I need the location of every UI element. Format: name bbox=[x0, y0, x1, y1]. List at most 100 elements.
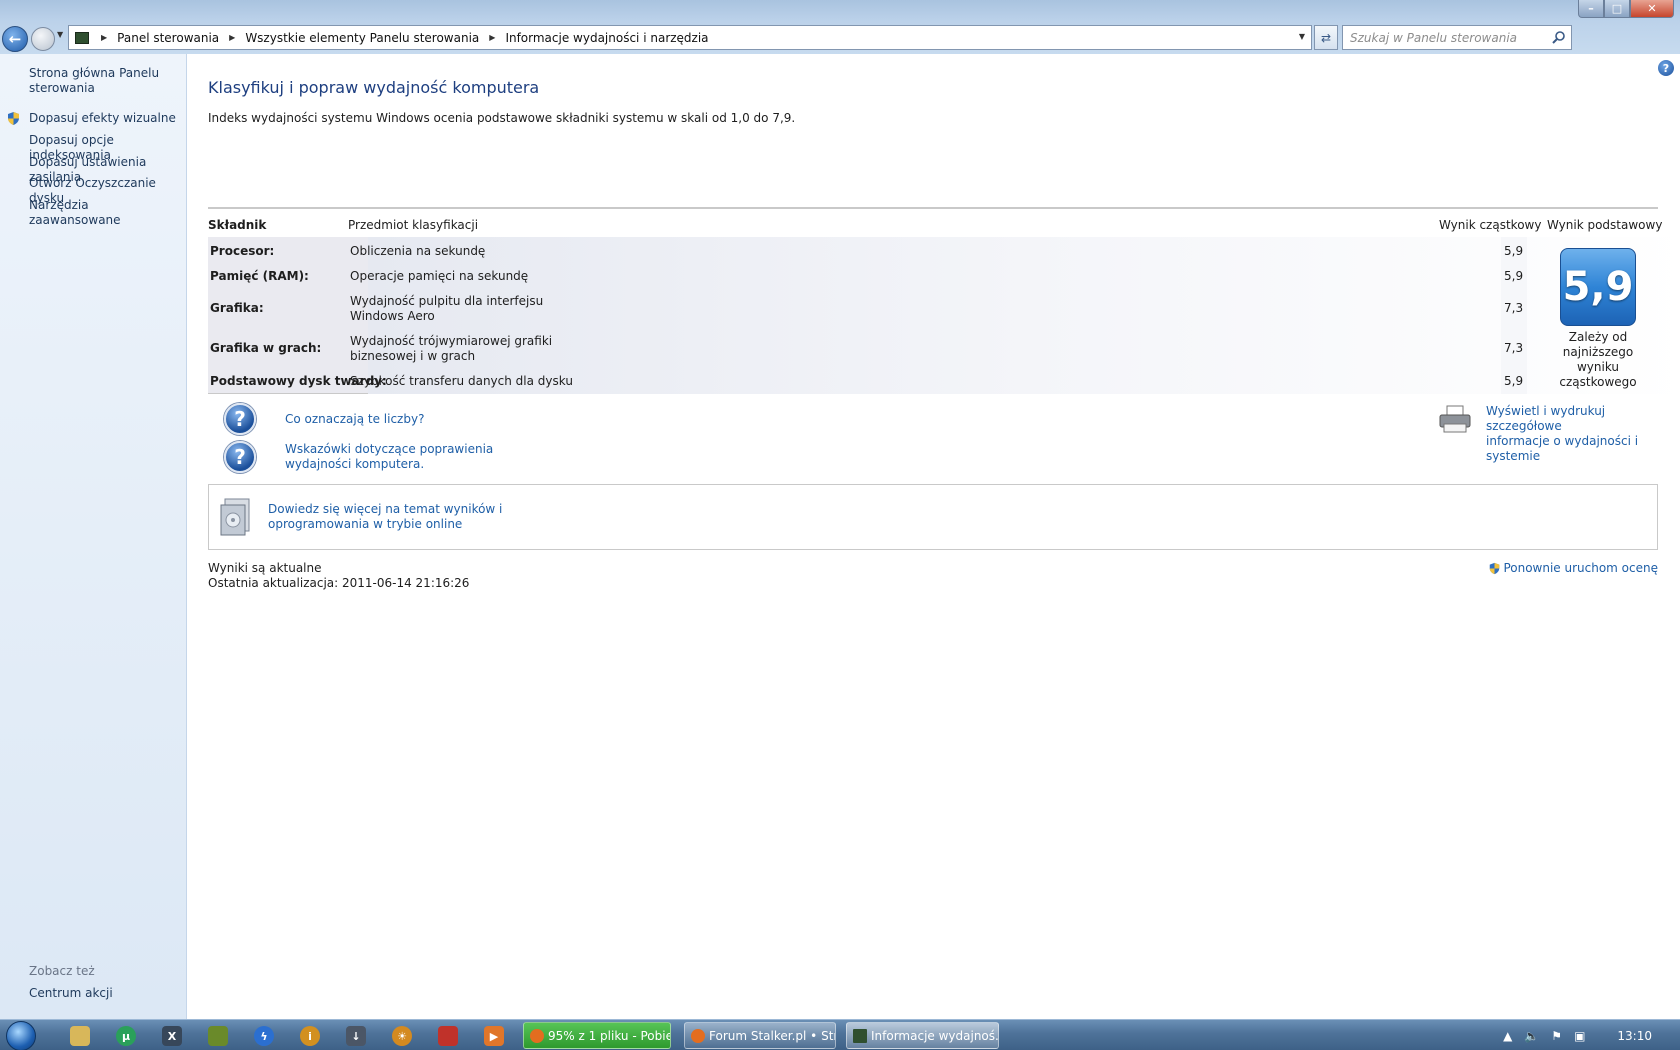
tray-expand-icon[interactable]: ▲ bbox=[1503, 1029, 1512, 1043]
firefox-icon bbox=[530, 1029, 544, 1043]
software-box-icon bbox=[220, 498, 250, 536]
task-forum[interactable]: Forum Stalker.pl • Str... bbox=[684, 1022, 836, 1049]
question-icon: ? bbox=[224, 403, 256, 435]
sun-icon[interactable]: ☀ bbox=[392, 1026, 412, 1046]
chevron-right-icon[interactable]: ▶ bbox=[229, 33, 235, 42]
chevron-right-icon[interactable]: ▶ bbox=[101, 33, 107, 42]
row-desc-line: Obliczenia na sekundę bbox=[350, 244, 486, 258]
link-line: wydajności komputera. bbox=[285, 457, 425, 471]
base-note-line: Zależy od bbox=[1568, 330, 1628, 344]
firefox-icon bbox=[691, 1029, 705, 1043]
search-input[interactable]: Szukaj w Panelu sterowania bbox=[1342, 25, 1572, 50]
download-icon[interactable]: ↓ bbox=[346, 1026, 366, 1046]
row-desc-processor: Obliczenia na sekundę bbox=[350, 244, 485, 259]
divider bbox=[208, 207, 1658, 209]
help-icon[interactable]: ? bbox=[1658, 60, 1674, 76]
question-icon: ? bbox=[224, 441, 256, 473]
game-icon[interactable] bbox=[438, 1026, 458, 1046]
page-title: Klasyfikuj i popraw wydajność komputera bbox=[208, 78, 540, 97]
media-player-icon[interactable]: ▶ bbox=[484, 1026, 504, 1046]
header-basescore: Wynik podstawowy bbox=[1547, 218, 1663, 232]
left-pane: Strona główna Panelu sterowania Dopasuj … bbox=[0, 54, 187, 1019]
shield-icon bbox=[8, 112, 19, 125]
row-label-graphics: Grafika: bbox=[210, 301, 264, 315]
row-desc-hard-disk: Szybkość transferu danych dla dysku bbox=[350, 374, 573, 389]
clock[interactable]: 13:10 bbox=[1617, 1029, 1652, 1043]
phone-icon[interactable] bbox=[208, 1026, 228, 1046]
breadcrumb-item[interactable]: Informacje wydajności i narzędzia bbox=[505, 31, 708, 45]
breadcrumb-item[interactable]: Wszystkie elementy Panelu sterowania bbox=[245, 31, 479, 45]
score-table-gradient bbox=[368, 237, 1680, 394]
intro-text: Indeks wydajności systemu Windows ocenia… bbox=[208, 111, 796, 125]
taskbar: μ X ϟ i ↓ ☀ ▶ 95% z 1 pliku - Pobie... F… bbox=[0, 1019, 1680, 1050]
link-line: Wskazówki dotyczące poprawienia bbox=[285, 442, 494, 456]
base-score-note: Zależy od najniższego wyniku cząstkowego bbox=[1546, 330, 1650, 390]
base-note-line: wyniku bbox=[1576, 360, 1620, 374]
history-dropdown-icon[interactable]: ▼ bbox=[57, 30, 63, 39]
minimize-button[interactable]: – bbox=[1578, 0, 1604, 18]
base-score-badge: 5,9 bbox=[1560, 248, 1636, 326]
printer-icon bbox=[1439, 405, 1471, 433]
rerun-assessment-link[interactable]: Ponownie uruchom ocenę bbox=[1488, 561, 1658, 575]
task-label: 95% z 1 pliku - Pobie... bbox=[548, 1028, 671, 1043]
close-button[interactable]: ✕ bbox=[1630, 0, 1674, 18]
chevron-right-icon[interactable]: ▶ bbox=[489, 33, 495, 42]
row-label-memory: Pamięć (RAM): bbox=[210, 269, 309, 283]
search-icon[interactable] bbox=[1552, 30, 1566, 44]
network-icon[interactable]: ▣ bbox=[1574, 1029, 1585, 1043]
row-desc-line: Szybkość transferu danych dla dysku bbox=[350, 374, 573, 388]
subscore-column bbox=[1501, 237, 1527, 394]
sidebar-item-action-center[interactable]: Centrum akcji bbox=[29, 986, 113, 1000]
back-button[interactable]: ← bbox=[2, 26, 28, 52]
shield-icon bbox=[1490, 562, 1500, 574]
row-desc-graphics: Wydajność pulpitu dla interfejsu Windows… bbox=[350, 294, 543, 324]
main-content: ? Klasyfikuj i popraw wydajność komputer… bbox=[188, 54, 1680, 1019]
row-desc-line: Windows Aero bbox=[350, 309, 435, 323]
forward-button[interactable] bbox=[31, 27, 55, 51]
learn-more-online-link[interactable]: Dowiedz się więcej na temat wyników i op… bbox=[268, 502, 502, 532]
flag-icon[interactable]: ⚑ bbox=[1551, 1029, 1562, 1043]
search-placeholder: Szukaj w Panelu sterowania bbox=[1350, 30, 1518, 45]
window-chrome: – □ ✕ ← ▼ ▶ Panel sterowania ▶ Wszystkie… bbox=[0, 0, 1680, 54]
link-line: informacje o wydajności i systemie bbox=[1486, 434, 1639, 463]
task-control-panel[interactable]: Informacje wydajnoś... bbox=[846, 1022, 999, 1049]
row-desc-line: Wydajność trójwymiarowej grafiki bbox=[350, 334, 553, 348]
task-label: Forum Stalker.pl • Str... bbox=[709, 1028, 836, 1043]
utorrent-icon[interactable]: μ bbox=[116, 1026, 136, 1046]
maximize-button[interactable]: □ bbox=[1604, 0, 1630, 18]
what-numbers-mean-link[interactable]: Co oznaczają te liczby? bbox=[285, 412, 424, 427]
row-score-processor: 5,9 bbox=[1504, 244, 1524, 258]
link-line: Dowiedz się więcej na temat wyników i bbox=[268, 502, 503, 516]
x-app-icon[interactable]: X bbox=[162, 1026, 182, 1046]
address-dropdown-icon[interactable]: ▼ bbox=[1299, 32, 1305, 41]
status-current: Wyniki są aktualne bbox=[208, 561, 322, 575]
row-score-hard-disk: 5,9 bbox=[1504, 374, 1524, 388]
row-desc-line: biznesowej i w grach bbox=[350, 349, 476, 363]
header-subscore: Wynik cząstkowy bbox=[1439, 218, 1542, 232]
rerun-label: Ponownie uruchom ocenę bbox=[1503, 561, 1658, 575]
breadcrumb-item[interactable]: Panel sterowania bbox=[117, 31, 219, 45]
print-details-link[interactable]: Wyświetl i wydrukuj szczegółowe informac… bbox=[1486, 404, 1676, 464]
sidebar-item-visual-effects[interactable]: Dopasuj efekty wizualne bbox=[29, 111, 181, 126]
folder-icon[interactable] bbox=[70, 1026, 90, 1046]
row-label-gaming-graphics: Grafika w grach: bbox=[210, 341, 322, 355]
link-line: Wyświetl i wydrukuj szczegółowe bbox=[1486, 404, 1606, 433]
row-label-processor: Procesor: bbox=[210, 244, 275, 258]
lightning-icon[interactable]: ϟ bbox=[254, 1026, 274, 1046]
arrow-left-icon: ← bbox=[8, 30, 22, 48]
start-button[interactable] bbox=[6, 1021, 36, 1050]
refresh-icon: ⇄ bbox=[1320, 30, 1332, 45]
task-download[interactable]: 95% z 1 pliku - Pobie... bbox=[523, 1022, 671, 1049]
sidebar-home-link[interactable]: Strona główna Panelu sterowania bbox=[29, 66, 181, 96]
sidebar-item-advanced-tools[interactable]: Narzędzia zaawansowane bbox=[29, 198, 181, 228]
row-score-gaming-graphics: 7,3 bbox=[1504, 341, 1524, 355]
system-tray: ▲ 🔈 ⚑ ▣ 13:10 bbox=[1503, 1020, 1680, 1050]
link-line: oprogramowania w trybie online bbox=[268, 517, 463, 531]
see-also-heading: Zobacz też bbox=[29, 964, 95, 978]
info-app-icon[interactable]: i bbox=[300, 1026, 320, 1046]
performance-tips-link[interactable]: Wskazówki dotyczące poprawienia wydajnoś… bbox=[285, 442, 493, 472]
refresh-button[interactable]: ⇄ bbox=[1314, 25, 1338, 50]
volume-icon[interactable]: 🔈 bbox=[1524, 1029, 1539, 1043]
address-bar[interactable]: ▶ Panel sterowania ▶ Wszystkie elementy … bbox=[68, 25, 1312, 50]
task-label: Informacje wydajnoś... bbox=[871, 1028, 999, 1043]
